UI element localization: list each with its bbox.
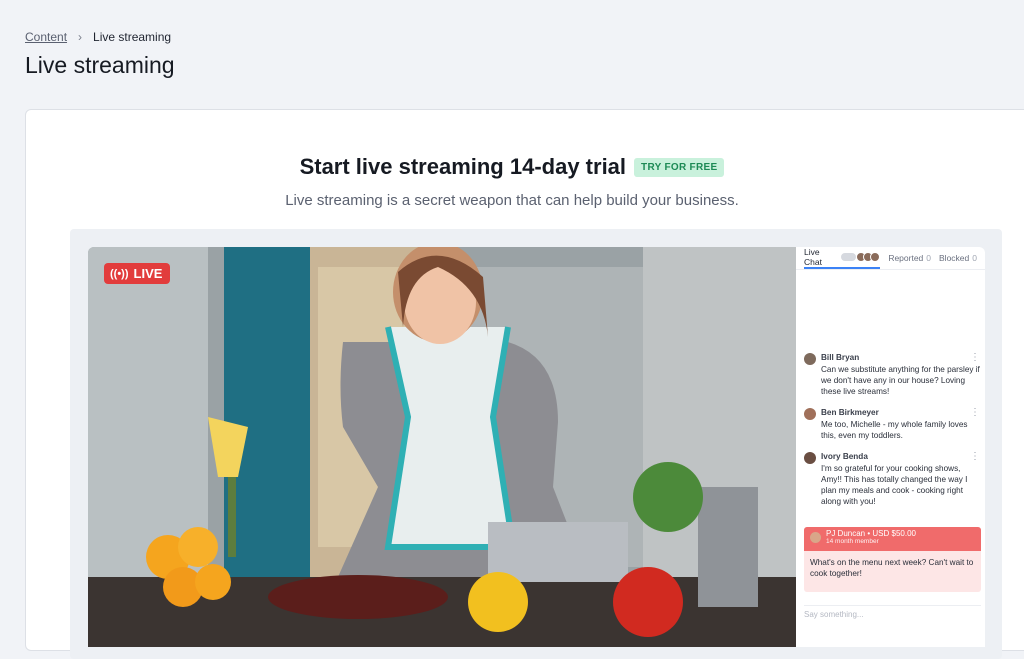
trial-card: Start live streaming 14-day trial TRY FO…: [25, 109, 1024, 659]
chat-input-placeholder: Say something...: [804, 610, 864, 619]
avatar: [804, 452, 816, 464]
chat-message: Ivory Benda I'm so grateful for your coo…: [804, 451, 980, 507]
more-options-icon[interactable]: ⋮: [970, 407, 980, 418]
donor-membership: 14 month member: [826, 538, 879, 545]
avatar: [810, 532, 821, 543]
donation-message: PJ Duncan • USD $50.00 14 month member W…: [804, 527, 981, 592]
tab-live-chat[interactable]: Live Chat: [804, 247, 881, 269]
more-options-icon[interactable]: ⋮: [970, 451, 980, 462]
try-for-free-badge[interactable]: TRY FOR FREE: [634, 157, 725, 177]
chevron-right-icon: ›: [78, 30, 83, 44]
chat-panel: Live Chat Reported 0 Blocked 0 Bill Brya…: [796, 247, 985, 647]
chat-input[interactable]: Say something...: [804, 605, 981, 625]
promo-title: Start live streaming 14-day trial: [299, 154, 627, 179]
breadcrumb: Content › Live streaming: [25, 30, 171, 44]
donor-name: PJ Duncan: [826, 529, 866, 538]
tab-blocked[interactable]: Blocked 0: [939, 247, 977, 269]
live-indicator: ((•)) LIVE: [104, 263, 171, 284]
tab-blocked-label: Blocked: [939, 253, 970, 263]
chat-text: Can we substitute anything for the parsl…: [821, 365, 980, 396]
avatar: [804, 408, 816, 420]
chat-author: Ivory Benda: [821, 452, 868, 461]
chat-message: Ben Birkmeyer Me too, Michelle - my whol…: [804, 407, 980, 441]
chat-text: I'm so grateful for your cooking shows, …: [821, 464, 968, 506]
chat-text: Me too, Michelle - my whole family loves…: [821, 420, 968, 440]
page-title: Live streaming: [25, 52, 175, 78]
more-options-icon[interactable]: ⋮: [970, 352, 980, 363]
donation-text: What's on the menu next week? Can't wait…: [810, 558, 974, 578]
tab-live-chat-label: Live Chat: [804, 247, 822, 267]
viewer-avatars: [856, 252, 881, 262]
avatar: [804, 353, 816, 365]
viewer-count-pill: [841, 253, 857, 261]
video-preview: ((•)) LIVE: [88, 247, 796, 647]
tab-reported[interactable]: Reported 0: [888, 247, 931, 269]
live-label: LIVE: [133, 266, 163, 281]
chat-tabs: Live Chat Reported 0 Blocked 0: [796, 247, 985, 270]
live-stream-preview: ((•)) LIVE Live Chat Reported 0 Blocked …: [70, 229, 1002, 659]
breadcrumb-current: Live streaming: [93, 30, 172, 44]
breadcrumb-content-link[interactable]: Content: [25, 30, 67, 44]
tab-reported-count: 0: [926, 253, 932, 263]
promo-header: Start live streaming 14-day trial TRY FO…: [26, 154, 1024, 180]
donation-header: PJ Duncan • USD $50.00 14 month member: [804, 527, 981, 551]
chat-author: Bill Bryan: [821, 353, 860, 362]
donation-amount: USD $50.00: [872, 529, 916, 538]
chat-author: Ben Birkmeyer: [821, 408, 879, 417]
cooking-scene-image: [88, 247, 796, 647]
tab-reported-label: Reported: [888, 253, 924, 263]
tab-blocked-count: 0: [972, 253, 977, 263]
chat-message: Bill Bryan Can we substitute anything fo…: [804, 352, 980, 397]
broadcast-icon: ((•)): [110, 267, 129, 280]
promo-subtitle: Live streaming is a secret weapon that c…: [285, 192, 739, 209]
